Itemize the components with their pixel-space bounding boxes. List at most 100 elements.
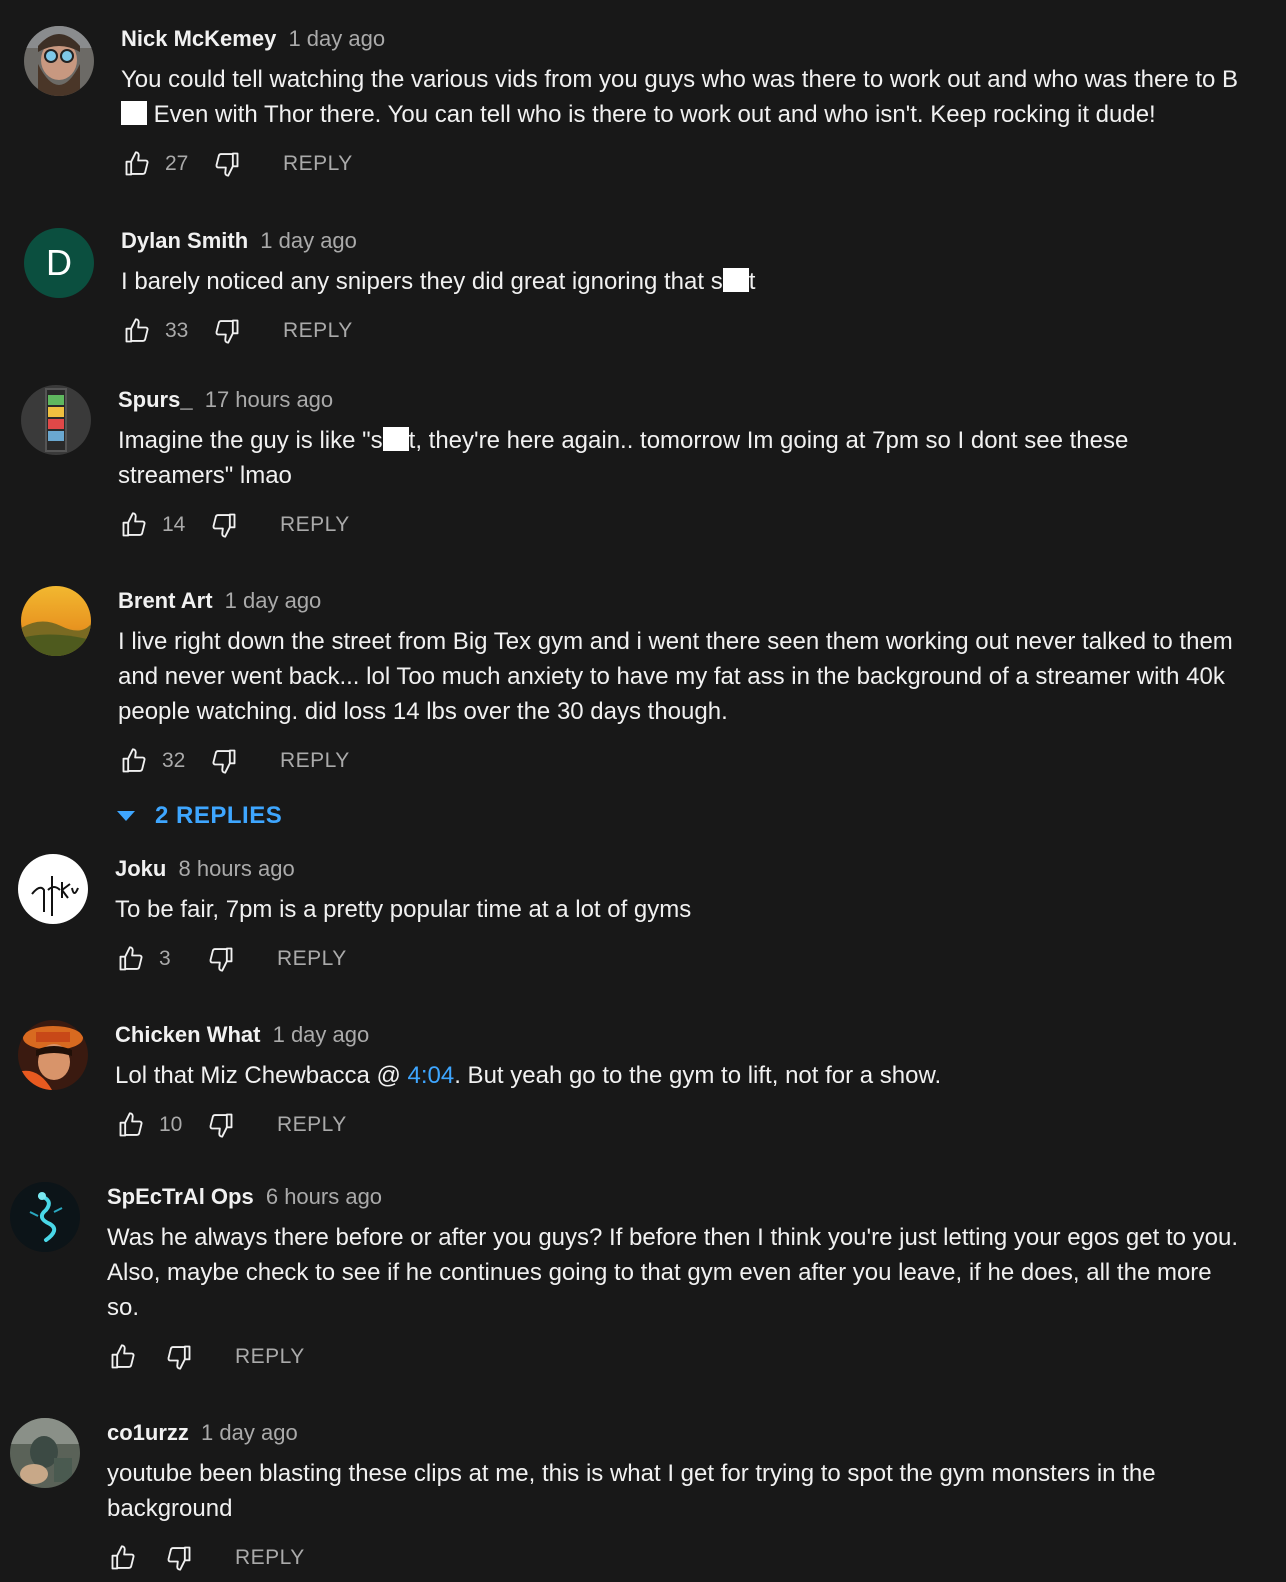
comment-thread: Brent Art 1 day ago I live right down th… — [21, 586, 1246, 796]
comment-body: Dylan Smith 1 day ago I barely noticed a… — [121, 226, 1246, 351]
figure-avatar-icon — [10, 1418, 80, 1488]
reply-button[interactable]: REPLY — [283, 319, 353, 343]
thumbs-down-icon — [209, 947, 233, 972]
thumbs-down-icon — [167, 1546, 191, 1571]
dislike-button[interactable] — [163, 1542, 195, 1574]
comment-body: co1urzz 1 day ago youtube been blasting … — [107, 1418, 1246, 1578]
avatar[interactable] — [18, 1020, 88, 1090]
thumbs-up-icon — [111, 1545, 135, 1570]
like-button[interactable] — [107, 1542, 139, 1574]
comment-body: Spurs_ 17 hours ago Imagine the guy is l… — [118, 385, 1246, 545]
avatar[interactable] — [10, 1418, 80, 1488]
comment-author[interactable]: Brent Art — [118, 588, 213, 613]
comment-toolbar: REPLY — [107, 1337, 1246, 1377]
avatar[interactable] — [21, 385, 91, 455]
comment-body: Nick McKemey 1 day ago You could tell wa… — [121, 24, 1246, 184]
comments-section: Nick McKemey 1 day ago You could tell wa… — [0, 0, 1286, 1582]
comment-time[interactable]: 1 day ago — [225, 588, 322, 613]
dislike-button[interactable] — [205, 943, 237, 975]
dislike-button[interactable] — [208, 509, 240, 541]
avatar-letter: D — [46, 242, 72, 283]
reply-button[interactable]: REPLY — [277, 1113, 347, 1137]
reply-button[interactable]: REPLY — [280, 749, 350, 773]
thumbs-down-icon — [215, 319, 239, 344]
thumbs-up-icon — [119, 946, 143, 971]
like-button[interactable] — [118, 509, 150, 541]
comment-time[interactable]: 1 day ago — [201, 1420, 298, 1445]
like-button[interactable] — [107, 1341, 139, 1373]
thumbs-down-icon — [212, 513, 236, 538]
comment-time[interactable]: 1 day ago — [273, 1022, 370, 1047]
thumbs-up-icon — [122, 512, 146, 537]
reply-button[interactable]: REPLY — [283, 152, 353, 176]
thumbs-up-icon — [111, 1344, 135, 1369]
like-button[interactable] — [118, 745, 150, 777]
sunset-landscape-avatar-icon — [21, 586, 91, 656]
comment-time[interactable]: 1 day ago — [288, 26, 385, 51]
thumbs-up-icon — [122, 748, 146, 773]
like-button[interactable] — [121, 148, 153, 180]
dragon-avatar-icon — [10, 1182, 80, 1252]
avatar[interactable]: D — [24, 228, 94, 298]
comment-author[interactable]: co1urzz — [107, 1420, 189, 1445]
like-button[interactable] — [115, 943, 147, 975]
comment-author[interactable]: Joku — [115, 856, 166, 881]
comment-text: You could tell watching the various vids… — [121, 62, 1246, 132]
dislike-button[interactable] — [163, 1341, 195, 1373]
comment-toolbar: 32 REPLY — [118, 741, 1246, 781]
comment-thread: Spurs_ 17 hours ago Imagine the guy is l… — [21, 385, 1246, 565]
reply-button[interactable]: REPLY — [280, 513, 350, 537]
thumbs-down-icon — [167, 1345, 191, 1370]
like-button[interactable] — [121, 315, 153, 347]
like-count: 3 — [159, 947, 171, 970]
comment-author[interactable]: Chicken What — [115, 1022, 260, 1047]
comment-time[interactable]: 17 hours ago — [205, 387, 333, 412]
avatar[interactable] — [21, 586, 91, 656]
comment-body: Brent Art 1 day ago I live right down th… — [118, 586, 1246, 781]
comment-time[interactable]: 6 hours ago — [266, 1184, 382, 1209]
comment-author[interactable]: Spurs_ — [118, 387, 193, 412]
comment-body: SpEcTrAl Ops 6 hours ago Was he always t… — [107, 1182, 1246, 1377]
comment-text: Was he always there before or after you … — [107, 1224, 1238, 1321]
like-button[interactable] — [115, 1109, 147, 1141]
bearded-man-avatar-icon — [24, 26, 94, 96]
reply-button[interactable]: REPLY — [235, 1345, 305, 1369]
like-count: 27 — [165, 152, 189, 175]
comment-text-part: Lol that Miz Chewbacca @ — [115, 1062, 408, 1089]
avatar[interactable] — [24, 26, 94, 96]
comment-thread: SpEcTrAl Ops 6 hours ago Was he always t… — [10, 1182, 1246, 1392]
comment-body: Chicken What 1 day ago Lol that Miz Chew… — [115, 1020, 1246, 1145]
comment-text: Lol that Miz Chewbacca @ 4:04. But yeah … — [115, 1058, 1246, 1093]
comment-author[interactable]: Nick McKemey — [121, 26, 276, 51]
reply-button[interactable]: REPLY — [235, 1546, 305, 1570]
view-replies-button[interactable]: 2 REPLIES — [117, 800, 282, 832]
comment-text-part: You could tell watching the various vids… — [121, 66, 1239, 93]
comment-toolbar: 27 REPLY — [121, 144, 1246, 184]
comment-toolbar: 10 REPLY — [115, 1105, 1246, 1145]
dislike-button[interactable] — [211, 148, 243, 180]
dislike-button[interactable] — [208, 745, 240, 777]
comment-author[interactable]: SpEcTrAl Ops — [107, 1184, 254, 1209]
avatar[interactable] — [18, 854, 88, 924]
comment-time[interactable]: 1 day ago — [260, 228, 357, 253]
comment-text: I barely noticed any snipers they did gr… — [121, 264, 1246, 299]
dislike-button[interactable] — [205, 1109, 237, 1141]
comment-author[interactable]: Dylan Smith — [121, 228, 248, 253]
censor-box — [722, 268, 749, 292]
comment-thread: Joku 8 hours ago To be fair, 7pm is a pr… — [18, 854, 1246, 994]
comment-time[interactable]: 8 hours ago — [178, 856, 294, 881]
comment-toolbar: 33 REPLY — [121, 311, 1246, 351]
anime-character-avatar-icon — [18, 1020, 88, 1090]
dislike-button[interactable] — [211, 315, 243, 347]
comment-toolbar: 14 REPLY — [118, 505, 1246, 545]
comment-text-part: t — [748, 268, 756, 295]
like-count: 10 — [159, 1113, 183, 1136]
comment-text-part: . But yeah go to the gym to lift, not fo… — [454, 1062, 942, 1089]
comment-body: Joku 8 hours ago To be fair, 7pm is a pr… — [115, 854, 1246, 979]
avatar[interactable] — [10, 1182, 80, 1252]
comment-toolbar: REPLY — [107, 1538, 1246, 1578]
comment-text-part: Even with Thor there. You can tell who i… — [147, 101, 1156, 128]
video-timestamp-link[interactable]: 4:04 — [408, 1062, 455, 1089]
reply-button[interactable]: REPLY — [277, 947, 347, 971]
thumbs-down-icon — [212, 749, 236, 774]
